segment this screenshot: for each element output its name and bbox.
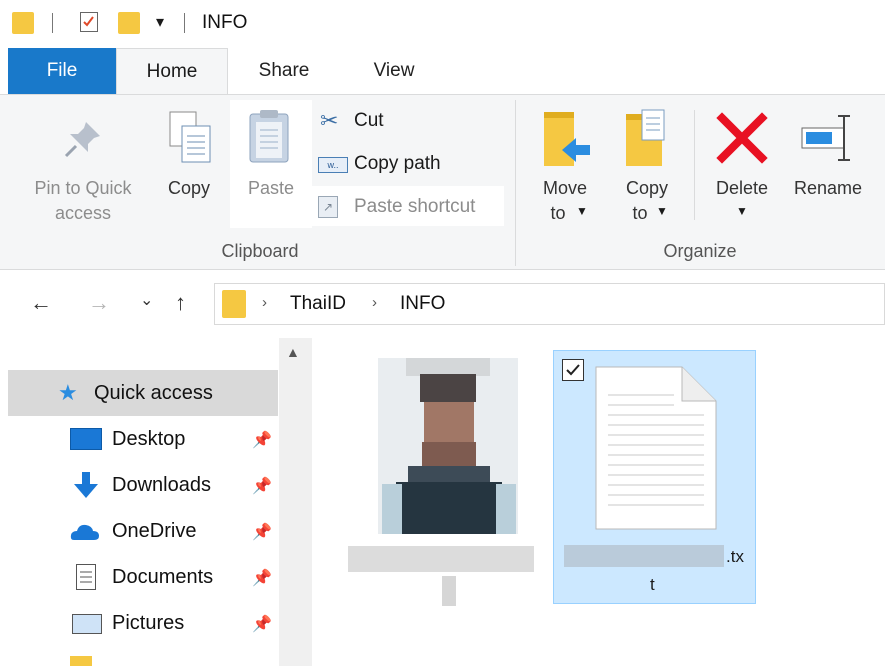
toolbar-separator	[52, 13, 53, 33]
move-to-label-line1: Move	[542, 178, 587, 198]
pin-icon	[62, 118, 104, 165]
cut-label: Cut	[354, 110, 384, 131]
redacted-filename	[348, 546, 534, 572]
cut-button[interactable]: ✂ Cut	[316, 106, 416, 138]
breadcrumb-info[interactable]: INFO	[400, 293, 445, 315]
paste-shortcut-icon: ↗	[318, 196, 338, 218]
back-arrow-icon[interactable]: ←	[30, 290, 52, 316]
redacted-filename	[442, 576, 456, 606]
nav-scrollbar[interactable]	[279, 338, 312, 666]
downloads-icon	[72, 470, 100, 505]
recent-locations-chevron-icon[interactable]: ⌄	[140, 290, 153, 310]
paste-button[interactable]: Paste	[230, 100, 312, 228]
image-thumbnail	[378, 358, 518, 534]
nav-label: Pictures	[112, 612, 185, 634]
text-document-icon	[594, 365, 718, 536]
copy-path-button[interactable]: w.. Copy path	[316, 149, 476, 181]
image-file-item[interactable]	[346, 350, 536, 610]
nav-item-pictures[interactable]: Pictures 📌	[8, 600, 278, 646]
group-separator	[694, 110, 695, 220]
up-arrow-icon[interactable]: ↑	[175, 290, 186, 316]
chevron-down-icon: ▼	[736, 204, 748, 218]
copy-button[interactable]: Copy	[158, 106, 220, 230]
tab-share[interactable]: Share	[236, 48, 332, 94]
copy-label: Copy	[167, 178, 211, 198]
chevron-down-icon: ▼	[656, 204, 668, 218]
pin-label-line2: access	[54, 203, 112, 223]
organize-group-label: Organize	[663, 241, 737, 261]
redacted-filename	[564, 545, 724, 567]
move-to-icon	[542, 110, 592, 173]
nav-item-desktop[interactable]: Desktop 📌	[8, 416, 278, 462]
scroll-up-icon[interactable]: ▲	[286, 344, 300, 360]
nav-item-documents[interactable]: Documents 📌	[8, 554, 278, 600]
onedrive-icon	[70, 520, 100, 547]
pin-icon: 📌	[252, 478, 272, 495]
properties-icon[interactable]	[80, 12, 98, 32]
copy-to-button[interactable]: Copy to ▼	[610, 106, 684, 230]
pin-icon: 📌	[252, 524, 272, 541]
pin-icon: 📌	[252, 570, 272, 587]
scissors-icon: ✂	[320, 108, 339, 133]
pin-to-quick-access-button[interactable]: Pin to Quick access	[8, 106, 158, 230]
nav-label: Documents	[112, 566, 214, 588]
customize-toolbar-icon[interactable]: ▾	[156, 12, 164, 32]
copy-path-icon: w..	[318, 157, 348, 173]
rename-button[interactable]: Rename	[784, 106, 872, 230]
nav-item-onedrive[interactable]: OneDrive 📌	[8, 508, 278, 554]
forward-arrow-icon[interactable]: →	[88, 290, 110, 316]
tab-file[interactable]: File	[8, 48, 116, 94]
copy-to-icon	[624, 108, 674, 173]
breadcrumb-chevron-icon[interactable]: ›	[262, 294, 267, 311]
rename-label: Rename	[793, 178, 863, 198]
folder-icon	[12, 12, 34, 34]
nav-label: Desktop	[112, 428, 186, 450]
paste-icon	[246, 108, 292, 171]
copy-to-label-line1: Copy	[625, 178, 669, 198]
pin-label-line1: Pin to Quick	[34, 178, 132, 198]
delete-label: Delete	[715, 178, 769, 198]
copy-icon	[166, 108, 214, 171]
checkbox[interactable]	[562, 359, 584, 381]
move-to-button[interactable]: Move to ▼	[528, 106, 602, 230]
group-separator	[515, 100, 516, 266]
nav-label: OneDrive	[112, 520, 197, 542]
nav-label: Downloads	[112, 474, 211, 496]
window-title: INFO	[202, 12, 248, 33]
breadcrumb-chevron-icon[interactable]: ›	[372, 294, 377, 311]
tab-home[interactable]: Home	[116, 48, 228, 94]
folder-icon	[70, 656, 92, 666]
paste-shortcut-button[interactable]: ↗ Paste shortcut	[312, 186, 504, 226]
chevron-down-icon: ▼	[576, 204, 588, 218]
nav-label: Quick access	[94, 382, 213, 404]
documents-icon	[76, 564, 96, 590]
copy-path-label: Copy path	[354, 153, 441, 174]
paste-shortcut-label: Paste shortcut	[354, 196, 476, 217]
new-folder-icon[interactable]	[118, 12, 140, 34]
folder-icon	[222, 290, 246, 318]
file-name-part: .tx	[726, 547, 744, 566]
nav-item-quick-access[interactable]: ★ Quick access	[8, 370, 278, 416]
delete-button[interactable]: Delete ▼	[702, 106, 782, 230]
rename-icon	[800, 112, 856, 169]
toolbar-separator	[184, 13, 185, 33]
delete-x-icon	[716, 112, 768, 169]
text-file-item[interactable]: .tx t	[553, 350, 756, 604]
paste-label: Paste	[247, 178, 295, 198]
clipboard-group-label: Clipboard	[221, 241, 299, 261]
nav-item-downloads[interactable]: Downloads 📌	[8, 462, 278, 508]
tab-view[interactable]: View	[352, 48, 436, 94]
breadcrumb-thaiid[interactable]: ThaiID	[290, 293, 346, 315]
pictures-icon	[72, 614, 102, 634]
star-icon: ★	[58, 380, 78, 405]
pin-icon: 📌	[252, 616, 272, 633]
file-name-part: t	[650, 575, 655, 594]
pin-icon: 📌	[252, 432, 272, 449]
desktop-icon	[70, 428, 102, 450]
